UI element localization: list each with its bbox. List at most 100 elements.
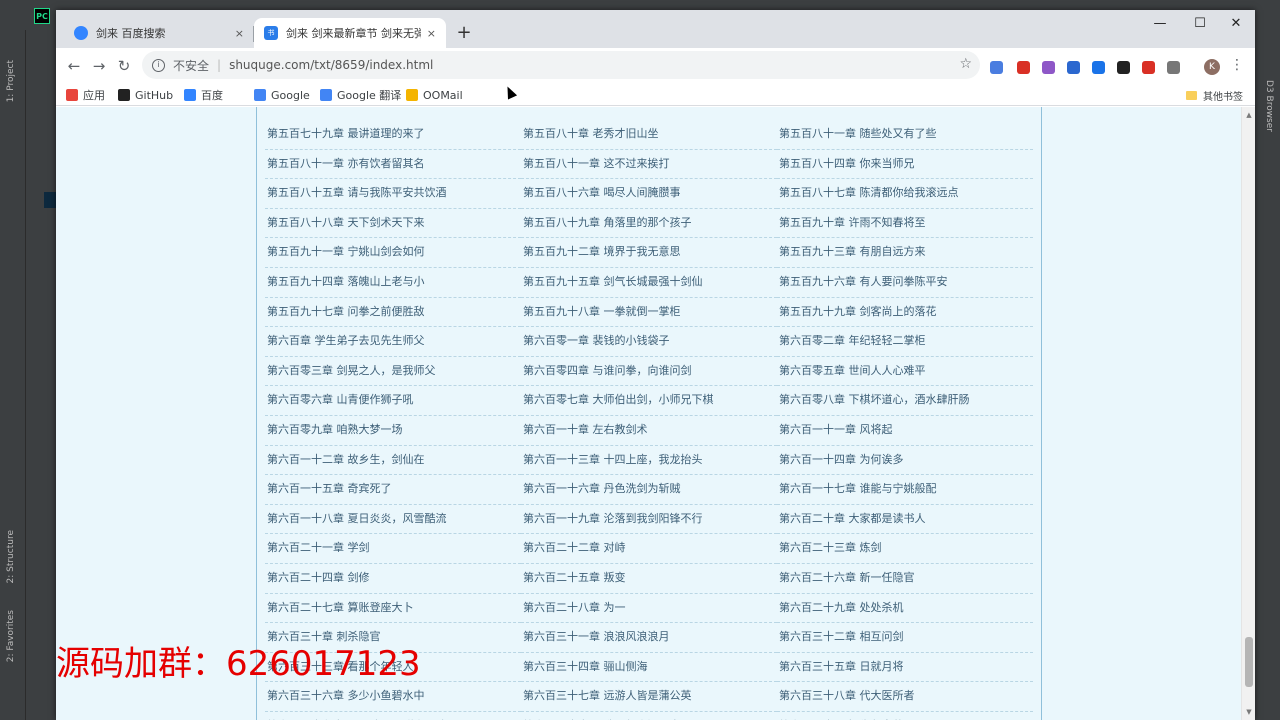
chapter-link[interactable]: 第五百八十九章 角落里的那个孩子	[521, 209, 777, 239]
chapter-link[interactable]: 第六百三十五章 日就月将	[777, 653, 1033, 683]
chapter-link[interactable]: 第六百三十二章 相互问剑	[777, 623, 1033, 653]
chapter-link[interactable]: 第五百九十章 许雨不知春将至	[777, 209, 1033, 239]
extension-trash-icon[interactable]	[1092, 61, 1105, 74]
chapter-link[interactable]: 第五百八十章 老秀才旧山坐	[521, 120, 777, 150]
chapter-link[interactable]: 第五百九十一章 宁姚山剑会如何	[265, 238, 521, 268]
bookmark-other-folder[interactable]: 其他书签	[1186, 88, 1243, 103]
close-window-button[interactable]: ✕	[1218, 16, 1254, 31]
chapter-link[interactable]: 第五百九十二章 境界于我无意思	[521, 238, 777, 268]
bookmark-baidu[interactable]: 百度	[184, 86, 223, 104]
chapter-link[interactable]: 第五百八十一章 随些处又有了些	[777, 120, 1033, 150]
chapter-link[interactable]: 第六百二十章 大家都是读书人	[777, 505, 1033, 535]
chapter-link[interactable]: 第六百二十二章 对峙	[521, 534, 777, 564]
chapter-link[interactable]: 第六百一十七章 谁能与宁姚般配	[777, 475, 1033, 505]
chapter-link[interactable]: 第六百三十四章 骊山侧海	[521, 653, 777, 683]
chapter-link[interactable]: 第六百零六章 山青便作狮子吼	[265, 386, 521, 416]
info-icon[interactable]: i	[152, 58, 165, 72]
chapter-link[interactable]: 第五百七十九章 最讲道理的来了	[265, 120, 521, 150]
chapter-link[interactable]: 第五百九十九章 剑客尚上的落花	[777, 298, 1033, 328]
minimize-button[interactable]: —	[1142, 16, 1178, 31]
chapter-link[interactable]: 第六百二十九章 处处杀机	[777, 594, 1033, 624]
chapter-link[interactable]: 第五百八十五章 请与我陈平安共饮酒	[265, 179, 521, 209]
chapter-link[interactable]: 第六百二十八章 为一	[521, 594, 777, 624]
chapter-link[interactable]: 第六百一十四章 为何诶多	[777, 446, 1033, 476]
page-scrollbar[interactable]: ▲ ▼	[1241, 107, 1255, 720]
chapter-link[interactable]: 第六百零九章 咱熟大梦一场	[265, 416, 521, 446]
ide-structure-tab[interactable]: 2: Structure	[6, 530, 16, 584]
bookmark-google[interactable]: Google	[254, 86, 310, 104]
chapter-link[interactable]: 第六百一十一章 风将起	[777, 416, 1033, 446]
chapter-link[interactable]: 第六百二十三章 炼剑	[777, 534, 1033, 564]
tab-close-icon[interactable]: ×	[427, 27, 436, 40]
extension-red-icon[interactable]	[1017, 61, 1030, 74]
chapter-link[interactable]: 第六百一十六章 丹色洗剑为斩贼	[521, 475, 777, 505]
chapter-link[interactable]: 第六百零四章 与谁问拳，向谁问剑	[521, 357, 777, 387]
ide-favorites-tab[interactable]: 2: Favorites	[6, 610, 16, 662]
bookmark-github[interactable]: GitHub	[118, 86, 173, 104]
chapter-link[interactable]: 第六百零二章 年纪轻轻二掌柜	[777, 327, 1033, 357]
back-button[interactable]: ←	[64, 56, 84, 76]
chapter-link[interactable]: 第六百二十五章 叛变	[521, 564, 777, 594]
chapter-link[interactable]: 第六百二十一章 学剑	[265, 534, 521, 564]
chapter-link[interactable]: 第五百八十一章 亦有饮者留其名	[265, 150, 521, 180]
chapter-link[interactable]: 第五百八十八章 天下剑术天下来	[265, 209, 521, 239]
url-text[interactable]: shuquge.com/txt/8659/index.html	[229, 58, 433, 72]
chapter-link[interactable]: 第五百九十六章 有人要问拳陈平安	[777, 268, 1033, 298]
chapter-link[interactable]: 第六百三十九章 一人喧嚣，群山回响	[265, 712, 521, 720]
chapter-link[interactable]: 第六百三十八章 代大医所者	[777, 682, 1033, 712]
chapter-link[interactable]: 第五百八十四章 你来当师兄	[777, 150, 1033, 180]
tab-jianlai-chapters[interactable]: 书 剑来 剑来最新章节 剑来无弹窗 ×	[254, 18, 446, 48]
chapter-link[interactable]: 第六百零八章 下棋坏道心，酒水肆肝肠	[777, 386, 1033, 416]
extension-vimium-icon[interactable]	[1167, 61, 1180, 74]
chapter-link[interactable]: 第六百三十六章 多少小鱼碧水中	[265, 682, 521, 712]
ide-project-tab[interactable]: 1: Project	[6, 60, 16, 102]
chapter-link[interactable]: 第六百三十一章 浪浪风浪浪月	[521, 623, 777, 653]
chapter-link[interactable]: 第六百零七章 大师伯出剑，小师兄下棋	[521, 386, 777, 416]
chapter-link[interactable]: 第六百四十章 匠造天师坐港起身	[521, 712, 777, 720]
chapter-link[interactable]: 第六百二十六章 新一任隐官	[777, 564, 1033, 594]
forward-button[interactable]: →	[89, 56, 109, 76]
chapter-link[interactable]: 第六百一十八章 夏日炎炎，风雪酷流	[265, 505, 521, 535]
bookmark-apps[interactable]: 应用	[66, 86, 105, 104]
tab-baidu-search[interactable]: 剑来 百度搜索 ×	[64, 18, 254, 48]
chapter-link[interactable]: 第五百九十五章 剑气长城最强十剑仙	[521, 268, 777, 298]
chapter-link[interactable]: 第六百一十二章 故乡生，剑仙在	[265, 446, 521, 476]
chapter-link[interactable]: 第五百九十七章 问拳之前便胜敌	[265, 298, 521, 328]
chapter-link[interactable]: 第五百九十三章 有朋自远方来	[777, 238, 1033, 268]
chapter-link[interactable]: 第六百四十一章 生剑念莲无间	[777, 712, 1033, 720]
extension-dark-icon[interactable]	[1117, 61, 1130, 74]
scroll-up-icon[interactable]: ▲	[1244, 111, 1254, 119]
bookmark-oomail[interactable]: OOMail	[406, 86, 463, 104]
new-tab-button[interactable]: +	[454, 22, 474, 43]
chapter-link[interactable]: 第五百八十六章 喝尽人间腌臜事	[521, 179, 777, 209]
scroll-thumb[interactable]	[1245, 637, 1253, 687]
profile-avatar[interactable]: K	[1204, 59, 1220, 75]
reload-button[interactable]: ↻	[114, 56, 134, 76]
chapter-link[interactable]: 第六百一十五章 奇宾死了	[265, 475, 521, 505]
bookmark-star-icon[interactable]: ☆	[959, 56, 972, 72]
chapter-link[interactable]: 第五百九十八章 一拳就倒一掌柜	[521, 298, 777, 328]
chapter-link[interactable]: 第六百一十九章 沦落到我剑阳锋不行	[521, 505, 777, 535]
chapter-link[interactable]: 第六百一十三章 十四上座，我龙抬头	[521, 446, 777, 476]
extension-purple-icon[interactable]	[1042, 61, 1055, 74]
chapter-link[interactable]: 第五百九十四章 落魄山上老与小	[265, 268, 521, 298]
scroll-down-icon[interactable]: ▼	[1244, 708, 1254, 716]
bookmark-google-translate[interactable]: Google 翻译	[320, 86, 401, 104]
chapter-link[interactable]: 第五百八十一章 这不过来挨打	[521, 150, 777, 180]
maximize-button[interactable]: ☐	[1182, 16, 1218, 31]
chapter-link[interactable]: 第六百一十章 左右教剑术	[521, 416, 777, 446]
extension-translate-icon[interactable]	[990, 61, 1003, 74]
chapter-link[interactable]: 第五百八十七章 陈清都你给我滚远点	[777, 179, 1033, 209]
extension-pdf-icon[interactable]	[1142, 61, 1155, 74]
chapter-link[interactable]: 第六百章 学生弟子去见先生师父	[265, 327, 521, 357]
chapter-link[interactable]: 第六百二十七章 算账登座大卜	[265, 594, 521, 624]
chapter-link[interactable]: 第六百零五章 世间人人心难平	[777, 357, 1033, 387]
chapter-link[interactable]: 第六百零三章 剑晃之人，是我师父	[265, 357, 521, 387]
ide-db-browser-tab[interactable]: D3 Browser	[1264, 80, 1274, 132]
chapter-link[interactable]: 第六百三十七章 远游人皆是蒲公英	[521, 682, 777, 712]
extension-vue-icon[interactable]	[1067, 61, 1080, 74]
chrome-menu-icon[interactable]: ⋮	[1230, 57, 1244, 73]
chapter-link[interactable]: 第六百零一章 裴钱的小钱袋子	[521, 327, 777, 357]
chapter-link[interactable]: 第六百二十四章 剑修	[265, 564, 521, 594]
address-bar[interactable]: i 不安全 | shuquge.com/txt/8659/index.html …	[142, 51, 980, 79]
